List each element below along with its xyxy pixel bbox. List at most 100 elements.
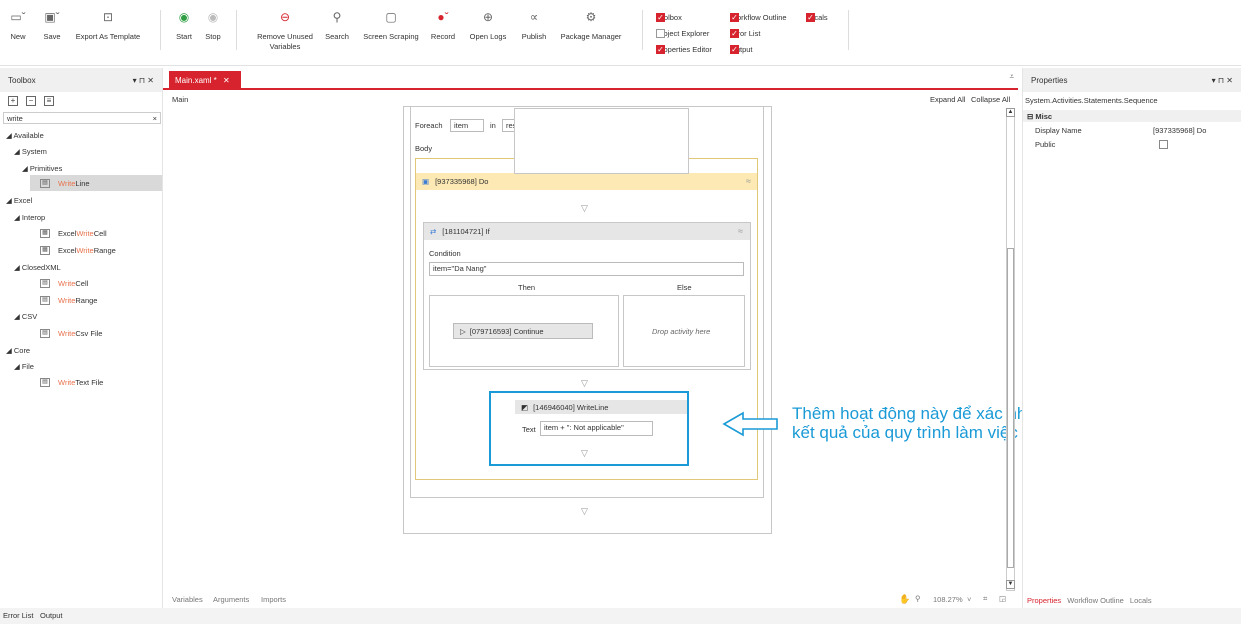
export-template-button[interactable]: ⊡ Export As Template xyxy=(72,10,144,42)
error-list-checkbox[interactable]: ✓ Error List xyxy=(730,29,760,38)
start-button[interactable]: ◉ Start xyxy=(172,10,196,42)
properties-panel: Properties ▾ ⊓ ✕ System.Activities.State… xyxy=(1022,68,1241,608)
arguments-tab[interactable]: Arguments xyxy=(213,595,249,604)
zoom-level[interactable]: 108.27% xyxy=(933,595,963,604)
save-button[interactable]: ▣ˇ Save xyxy=(40,10,64,42)
imports-tab[interactable]: Imports xyxy=(261,595,286,604)
designer-bottom-bar: Variables Arguments Imports ✋ ⚲ 108.27% … xyxy=(163,594,1022,608)
tree-node-closedxml[interactable]: ◢ ClosedXML xyxy=(14,263,61,272)
toolbox-header: Toolbox ▾ ⊓ ✕ xyxy=(0,68,162,92)
scroll-up-icon[interactable]: ▲ xyxy=(1006,108,1015,117)
record-button[interactable]: ●ˇ Record xyxy=(428,10,458,42)
tree-item-excel-write-cell[interactable]: ▦ Excel Write Cell xyxy=(40,229,107,238)
zoom-dropdown-icon[interactable]: ˅ xyxy=(967,595,971,604)
continue-activity[interactable]: ▷ [079716593] Continue xyxy=(453,323,593,339)
zoom-icon[interactable]: ⚲ xyxy=(915,594,921,603)
open-logs-icon: ⊕ xyxy=(482,10,494,24)
public-checkbox[interactable] xyxy=(1159,140,1168,149)
tab-menu-icon[interactable]: ⩡ xyxy=(1009,72,1014,82)
variables-tab[interactable]: Variables xyxy=(172,595,203,604)
tab-properties[interactable]: Properties xyxy=(1027,596,1061,605)
tree-node-interop[interactable]: ◢ Interop xyxy=(14,213,45,222)
collapse-chevron-icon[interactable]: ≈ xyxy=(746,176,751,186)
stop-button[interactable]: ◉ Stop xyxy=(202,10,224,42)
workflow-outline-checkbox[interactable]: ✓ Workflow Outline xyxy=(730,13,787,22)
tree-node-primitives[interactable]: ◢ Primitives xyxy=(22,164,62,173)
body-label: Body xyxy=(415,144,433,153)
hand-tool-icon[interactable]: ✋ xyxy=(899,594,910,605)
search-icon: ⚲ xyxy=(332,10,342,24)
collapse-chevron-icon[interactable]: ≈ xyxy=(738,226,743,236)
locals-checkbox[interactable]: ✓ Locals xyxy=(806,13,828,22)
filter-icon[interactable]: ≡ xyxy=(44,96,54,106)
tree-node-available[interactable]: ◢ Available xyxy=(6,131,44,140)
tree-node-excel[interactable]: ◢ Excel xyxy=(6,196,32,205)
package-manager-button[interactable]: ⚙ Package Manager xyxy=(558,10,624,42)
toolbox-checkbox[interactable]: ✓ Toolbox xyxy=(656,13,682,22)
toolbox-panel: Toolbox ▾ ⊓ ✕ + − ≡ write × ◢ Available … xyxy=(0,68,163,608)
tree-item-write-cell[interactable]: ▤ Write Cell xyxy=(40,279,88,288)
tree-node-system[interactable]: ◢ System xyxy=(14,147,47,156)
checked-icon: ✓ xyxy=(656,45,665,54)
collapse-category-icon[interactable]: ⊟ xyxy=(1027,112,1033,121)
output-checkbox[interactable]: ✓ Output xyxy=(730,45,753,54)
clear-search-icon[interactable]: × xyxy=(153,114,157,123)
search-button[interactable]: ⚲ Search xyxy=(322,10,352,42)
ribbon-separator xyxy=(848,10,849,50)
annotation-arrow-icon xyxy=(722,411,778,437)
properties-type-name: System.Activities.Statements.Sequence xyxy=(1025,96,1158,105)
condition-label: Condition xyxy=(429,249,461,258)
new-file-icon: ▭ˇ xyxy=(10,10,26,24)
remove-icon: ⊖ xyxy=(279,10,291,24)
overview-map-icon[interactable]: ◲ xyxy=(999,594,1006,603)
tab-workflow-outline[interactable]: Workflow Outline xyxy=(1067,596,1124,605)
publish-button[interactable]: ∝ Publish xyxy=(518,10,550,42)
tree-node-file[interactable]: ◢ File xyxy=(14,362,34,371)
tree-node-core[interactable]: ◢ Core xyxy=(6,346,30,355)
ribbon: ▭ˇ New ▣ˇ Save ⊡ Export As Template ◉ St… xyxy=(0,0,1241,66)
scroll-down-icon[interactable]: ▼ xyxy=(1006,580,1015,589)
collapse-all-icon[interactable]: − xyxy=(26,96,36,106)
expand-all-link[interactable]: Expand All xyxy=(930,95,965,104)
tree-node-csv[interactable]: ◢ CSV xyxy=(14,312,37,321)
foreach-item-field[interactable]: item xyxy=(450,119,484,132)
properties-category[interactable]: ⊟ Misc xyxy=(1023,110,1241,122)
do-sequence-header[interactable]: ▣ [937335968] Do xyxy=(416,173,757,190)
breadcrumb[interactable]: Main xyxy=(172,95,188,104)
screen-scraping-button[interactable]: ▢ Screen Scraping xyxy=(360,10,422,42)
tree-item-write-text-file[interactable]: ▤ Write Text File xyxy=(40,378,103,387)
drop-arrow-icon: ▽ xyxy=(581,203,588,213)
close-tab-icon[interactable]: ✕ xyxy=(223,76,230,85)
error-list-tab[interactable]: Error List xyxy=(3,611,33,620)
properties-editor-checkbox[interactable]: ✓ Properties Editor xyxy=(656,45,712,54)
checked-icon: ✓ xyxy=(656,13,665,22)
tree-item-writeline[interactable]: ▤ Write Line xyxy=(40,179,90,188)
then-label: Then xyxy=(518,283,536,292)
expand-all-icon[interactable]: + xyxy=(8,96,18,106)
tree-item-write-csv-file[interactable]: ▤ Write Csv File xyxy=(40,329,102,338)
remove-unused-variables-button[interactable]: ⊖ Remove Unused Variables xyxy=(252,10,318,52)
status-bar: Error List Output xyxy=(0,608,1241,624)
project-explorer-checkbox[interactable]: Project Explorer xyxy=(656,29,709,38)
tab-main-xaml[interactable]: Main.xaml * ✕ xyxy=(169,71,241,90)
toolbox-search-input[interactable]: write × xyxy=(3,112,161,124)
if-activity-header[interactable]: ⇄ [181104721] If xyxy=(424,223,750,240)
collapse-all-link[interactable]: Collapse All xyxy=(971,95,1010,104)
new-button[interactable]: ▭ˇ New xyxy=(8,10,28,42)
scrollbar-thumb[interactable] xyxy=(1007,248,1014,568)
display-name-value[interactable]: [937335968] Do xyxy=(1153,126,1206,135)
fit-to-screen-icon[interactable]: ⌗ xyxy=(983,594,987,604)
output-tab[interactable]: Output xyxy=(40,611,63,620)
tab-locals[interactable]: Locals xyxy=(1130,596,1152,605)
write-range-icon: ▤ xyxy=(40,296,50,305)
property-row: Public xyxy=(1035,140,1235,149)
panel-pin-controls[interactable]: ▾ ⊓ ✕ xyxy=(133,76,154,85)
tree-item-excel-write-range[interactable]: ▦ Excel Write Range xyxy=(40,246,116,255)
writeline-activity[interactable] xyxy=(514,108,689,174)
panel-pin-controls[interactable]: ▾ ⊓ ✕ xyxy=(1212,76,1233,85)
play-icon: ◉ xyxy=(178,10,190,24)
open-logs-button[interactable]: ⊕ Open Logs xyxy=(466,10,510,42)
toolbox-tools: + − ≡ xyxy=(8,96,54,106)
condition-field[interactable]: item="Da Nang" xyxy=(429,262,744,276)
tree-item-write-range[interactable]: ▤ Write Range xyxy=(40,296,97,305)
